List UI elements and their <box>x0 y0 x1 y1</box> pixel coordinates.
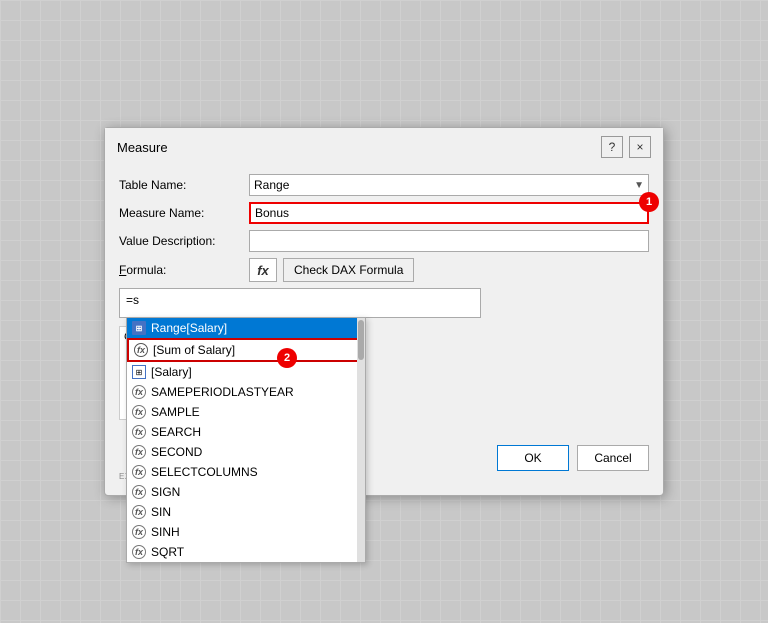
measure-name-input[interactable] <box>249 202 649 224</box>
badge-1: 1 <box>639 192 659 212</box>
ok-button[interactable]: OK <box>497 445 569 471</box>
item-label: [Salary] <box>151 365 192 379</box>
value-description-label: Value Description: <box>119 234 249 248</box>
item-icon: fx <box>131 484 147 500</box>
formula-editor-area[interactable]: =s 2 ⊞Range[Salary]fx[Sum of Salary]⊞[Sa… <box>119 288 481 318</box>
measure-name-label: Measure Name: <box>119 206 249 220</box>
help-button[interactable]: ? <box>601 136 623 158</box>
item-label: SEARCH <box>151 425 201 439</box>
right-panel <box>489 288 649 420</box>
item-label: SQRT <box>151 545 184 559</box>
item-label: SAMPLE <box>151 405 200 419</box>
item-icon: fx <box>131 444 147 460</box>
item-icon: fx <box>131 504 147 520</box>
item-label: [Sum of Salary] <box>153 343 235 357</box>
item-icon: fx <box>131 404 147 420</box>
formula-label: Formula: <box>119 263 249 277</box>
check-dax-button[interactable]: Check DAX Formula <box>283 258 414 282</box>
badge-2: 2 <box>277 348 297 368</box>
item-label: SECOND <box>151 445 202 459</box>
measure-dialog: Measure ? × Table Name: Range ▼ Measure … <box>104 127 664 496</box>
dropdown-item[interactable]: fx SINH <box>127 522 365 542</box>
fx-button[interactable]: fx <box>249 258 277 282</box>
dialog-body: Table Name: Range ▼ Measure Name: 1 Valu… <box>105 164 663 495</box>
item-label: SINH <box>151 525 180 539</box>
item-icon: fx <box>131 384 147 400</box>
table-name-label: Table Name: <box>119 178 249 192</box>
dropdown-arrow-icon: ▼ <box>634 180 644 191</box>
dropdown-item[interactable]: fx SAMEPERIODLASTYEAR <box>127 382 365 402</box>
formula-row: Formula: fx Check DAX Formula <box>119 258 649 282</box>
title-bar: Measure ? × <box>105 128 663 164</box>
item-icon: fx <box>133 342 149 358</box>
item-icon: ⊞ <box>131 320 147 336</box>
main-content-area: =s 2 ⊞Range[Salary]fx[Sum of Salary]⊞[Sa… <box>119 288 649 420</box>
left-panel: =s 2 ⊞Range[Salary]fx[Sum of Salary]⊞[Sa… <box>119 288 481 420</box>
dropdown-item[interactable]: fx SAMPLE <box>127 402 365 422</box>
item-label: SIGN <box>151 485 180 499</box>
measure-name-wrapper: 1 <box>249 202 649 224</box>
footer-buttons: OK Cancel <box>497 445 649 471</box>
table-name-select[interactable]: Range ▼ <box>249 174 649 196</box>
title-bar-actions: ? × <box>601 136 651 158</box>
dropdown-item[interactable]: ⊞ Range[Salary] <box>127 318 365 338</box>
dropdown-item[interactable]: ⊞ [Salary] <box>127 362 365 382</box>
value-description-input[interactable] <box>249 230 649 252</box>
table-name-row: Table Name: Range ▼ <box>119 174 649 196</box>
item-icon: fx <box>131 544 147 560</box>
item-icon: fx <box>131 464 147 480</box>
dropdown-item[interactable]: fx [Sum of Salary] <box>127 338 365 362</box>
value-description-row: Value Description: <box>119 230 649 252</box>
dropdown-item[interactable]: fx SQRT <box>127 542 365 562</box>
dropdown-items: ⊞Range[Salary]fx[Sum of Salary]⊞[Salary]… <box>127 318 365 562</box>
item-label: SAMEPERIODLASTYEAR <box>151 385 294 399</box>
dropdown-item[interactable]: fx SIN <box>127 502 365 522</box>
dropdown-item[interactable]: fx SIGN <box>127 482 365 502</box>
dropdown-item[interactable]: fx SELECTCOLUMNS <box>127 462 365 482</box>
item-icon: fx <box>131 524 147 540</box>
item-label: SELECTCOLUMNS <box>151 465 258 479</box>
measure-name-row: Measure Name: 1 <box>119 202 649 224</box>
item-label: Range[Salary] <box>151 321 227 335</box>
scrollbar[interactable] <box>357 318 365 562</box>
table-name-value: Range <box>254 178 289 192</box>
dialog-title: Measure <box>117 140 168 155</box>
cancel-button[interactable]: Cancel <box>577 445 649 471</box>
item-icon: ⊞ <box>131 364 147 380</box>
close-button[interactable]: × <box>629 136 651 158</box>
formula-text: =s <box>120 289 480 317</box>
formula-label-text: Formula: <box>119 263 166 277</box>
dropdown-item[interactable]: fx SECOND <box>127 442 365 462</box>
dropdown-item[interactable]: fx SEARCH <box>127 422 365 442</box>
scroll-thumb <box>358 320 364 360</box>
item-icon: fx <box>131 424 147 440</box>
autocomplete-dropdown: 2 ⊞Range[Salary]fx[Sum of Salary]⊞[Salar… <box>126 317 366 563</box>
item-label: SIN <box>151 505 171 519</box>
